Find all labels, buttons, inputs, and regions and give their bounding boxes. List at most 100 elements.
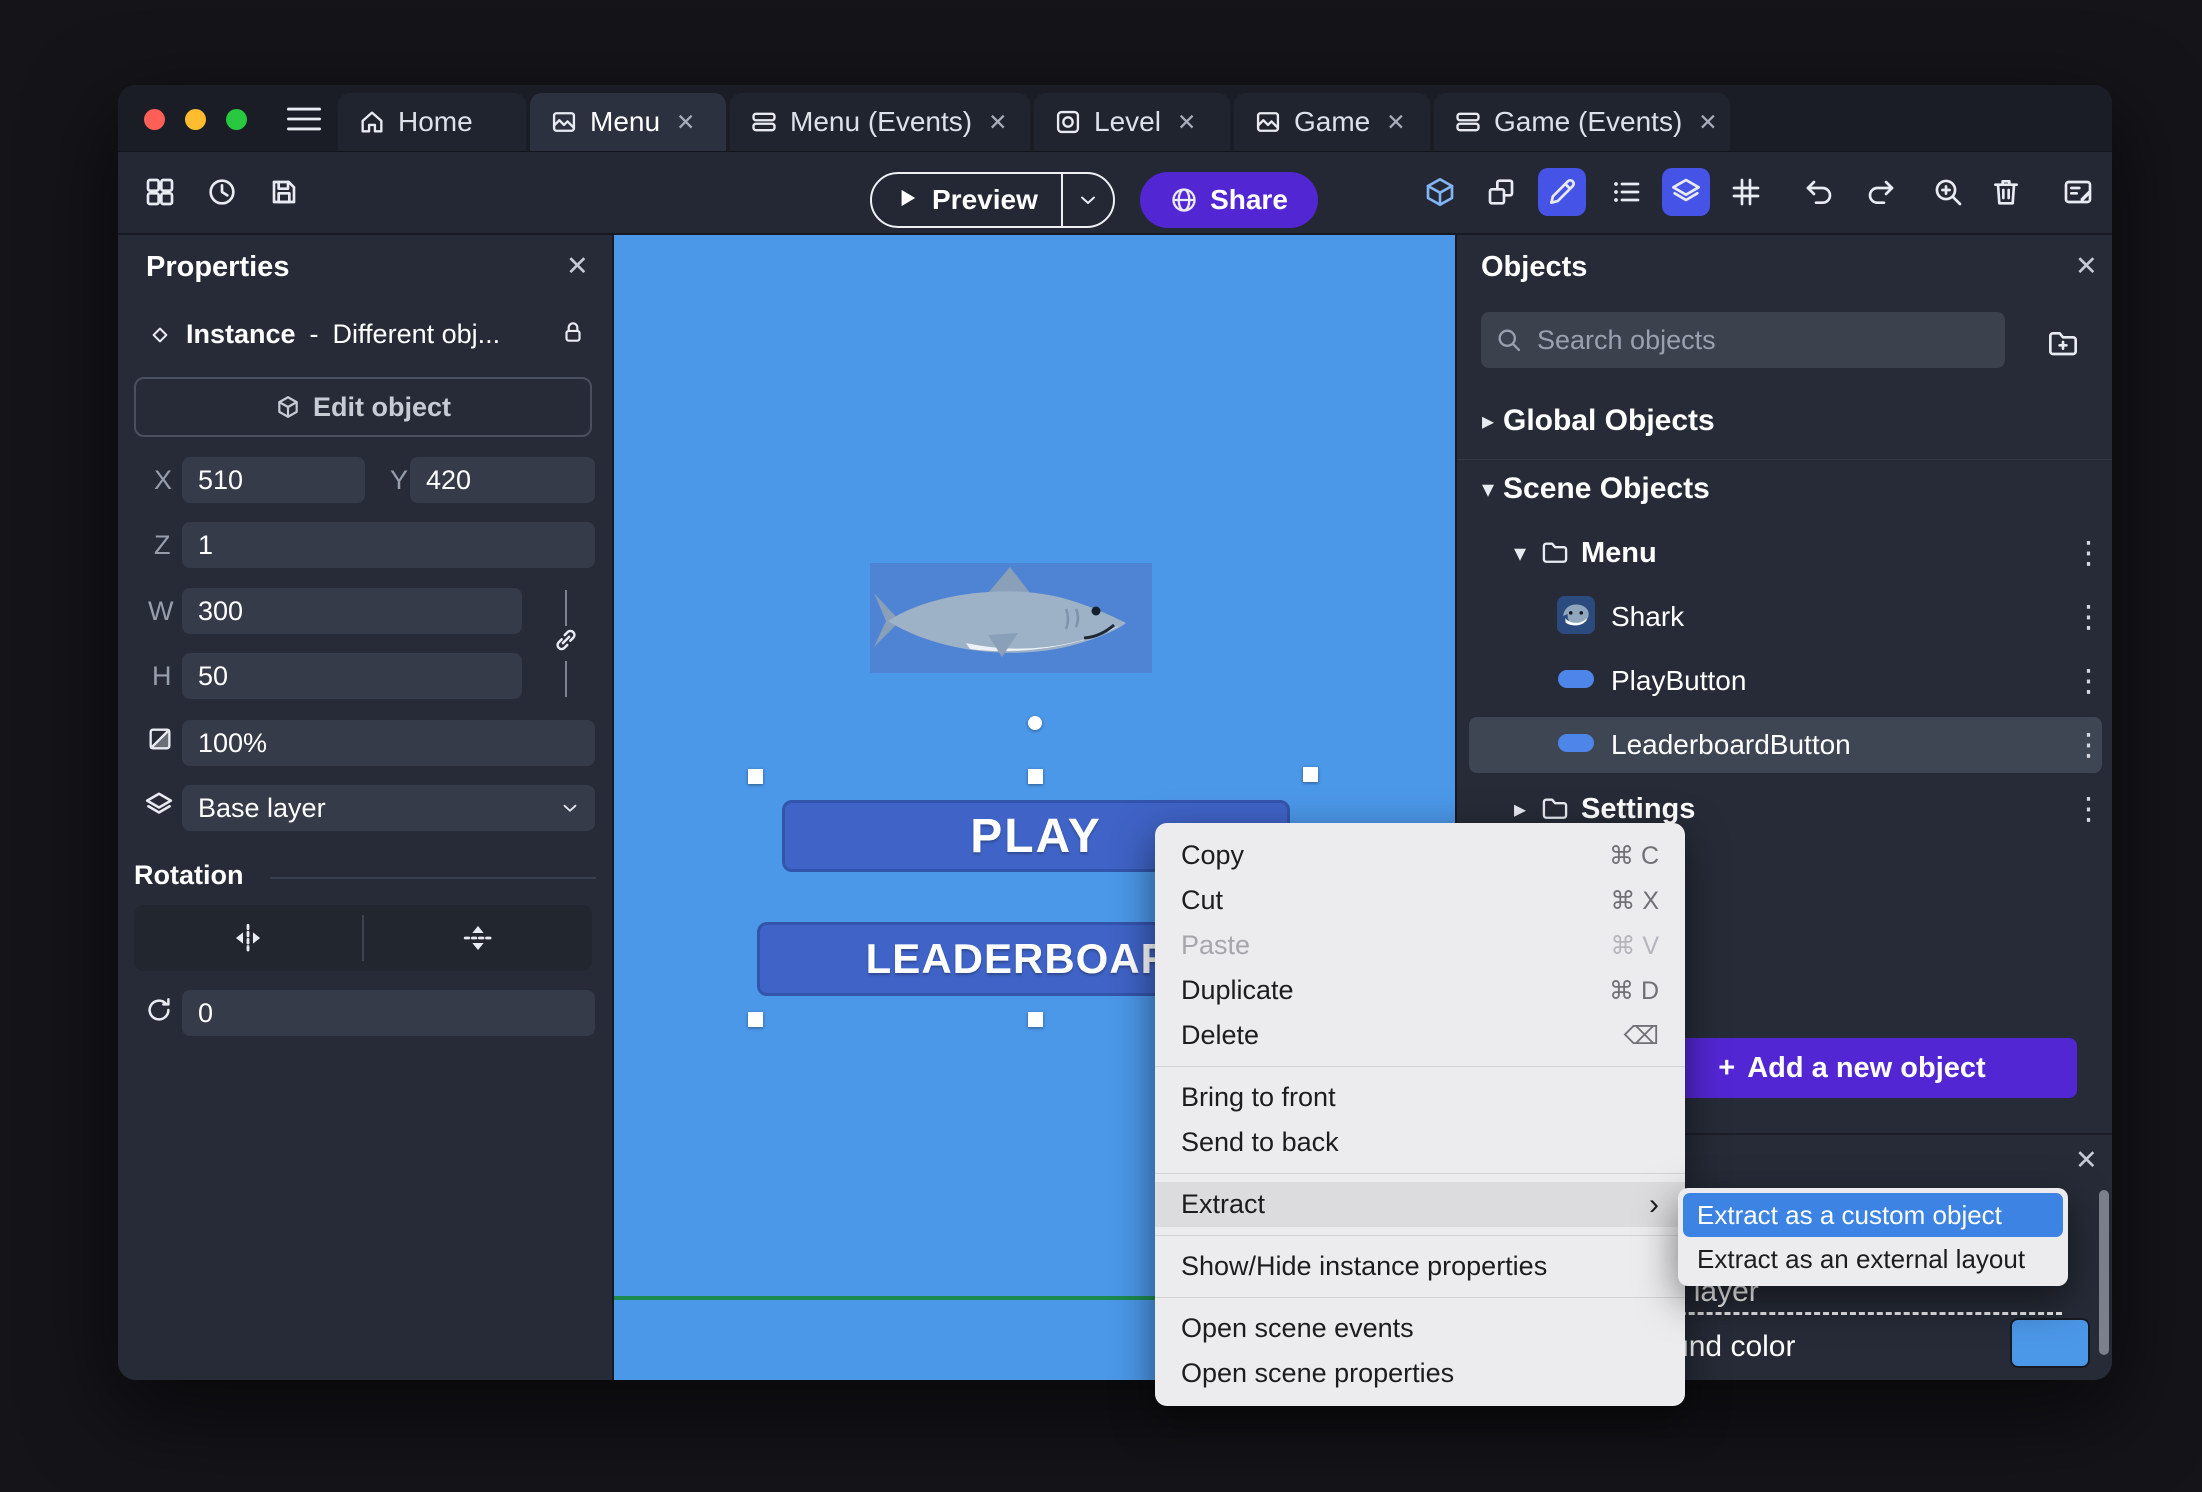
menu-item-bring-to-front[interactable]: Bring to front <box>1155 1075 1685 1120</box>
menu-folder-options-icon[interactable]: ⋮ <box>2073 537 2104 569</box>
window-maximize-button[interactable] <box>226 109 247 130</box>
menu-item-delete[interactable]: Delete ⌫ <box>1155 1013 1685 1058</box>
scene-properties-button[interactable] <box>2054 168 2102 216</box>
window-minimize-button[interactable] <box>185 109 206 130</box>
caret-right-icon[interactable]: ▸ <box>1505 795 1535 824</box>
tree-item-global-objects[interactable]: ▸ Global Objects <box>1473 395 2098 447</box>
link-size-icon[interactable] <box>551 625 581 655</box>
tab-close-icon[interactable]: ✕ <box>1386 109 1405 136</box>
share-button[interactable]: Share <box>1140 172 1318 228</box>
menu-item-show-hide-instance-properties[interactable]: Show/Hide instance properties <box>1155 1244 1685 1289</box>
tree-item-leaderboard-button[interactable]: LeaderboardButton <box>1557 719 2112 771</box>
tab-menu[interactable]: Menu ✕ <box>530 93 726 151</box>
tab-close-icon[interactable]: ✕ <box>1177 109 1196 136</box>
caret-down-icon[interactable]: ▾ <box>1473 475 1503 504</box>
toggle-3d-view-button[interactable] <box>1416 168 1464 216</box>
z-input[interactable] <box>182 522 595 568</box>
menu-item-paste: Paste ⌘ V <box>1155 923 1685 968</box>
zoom-in-button[interactable] <box>1924 168 1972 216</box>
tab-close-icon[interactable]: ✕ <box>1698 109 1717 136</box>
lower-panel-close-icon[interactable]: ✕ <box>2075 1147 2098 1174</box>
y-input[interactable] <box>410 457 595 503</box>
tab-game[interactable]: Game ✕ <box>1234 93 1430 151</box>
menu-item-open-scene-events[interactable]: Open scene events <box>1155 1306 1685 1351</box>
hamburger-menu-button[interactable] <box>282 97 326 141</box>
w-input[interactable] <box>182 588 522 634</box>
caret-right-icon[interactable]: ▸ <box>1473 407 1503 436</box>
main-toolbar: Preview Share <box>118 151 2112 235</box>
play-button-options-icon[interactable]: ⋮ <box>2073 665 2104 697</box>
selection-handle-top-left[interactable] <box>748 769 763 784</box>
shark-sprite[interactable] <box>870 563 1152 673</box>
rotation-input[interactable] <box>182 990 595 1036</box>
flip-vertical-button[interactable] <box>364 905 592 971</box>
selection-handle-top-center[interactable] <box>1028 769 1043 784</box>
objects-editor-button[interactable] <box>1478 168 1526 216</box>
grid-button[interactable] <box>1722 168 1770 216</box>
h-input[interactable] <box>182 653 522 699</box>
properties-panel: Properties ✕ Instance - Different obj...… <box>118 235 614 1380</box>
edit-object-button[interactable]: Edit object <box>134 377 592 437</box>
leaderboard-button-options-icon[interactable]: ⋮ <box>2073 729 2104 761</box>
delete-button[interactable] <box>1982 168 2030 216</box>
tab-menu-events[interactable]: Menu (Events) ✕ <box>730 93 1030 151</box>
add-folder-button[interactable] <box>2039 320 2087 368</box>
tree-item-shark[interactable]: Shark <box>1557 591 2112 643</box>
objects-close-icon[interactable]: ✕ <box>2075 253 2098 280</box>
tab-home[interactable]: Home <box>338 93 526 151</box>
settings-folder-options-icon[interactable]: ⋮ <box>2073 793 2104 825</box>
tree-item-play-button[interactable]: PlayButton <box>1557 655 2112 707</box>
history-button[interactable] <box>198 168 246 216</box>
search-input[interactable] <box>1535 323 1991 357</box>
opacity-icon <box>146 725 174 753</box>
preview-button-main[interactable]: Preview <box>872 184 1061 216</box>
x-label: X <box>154 465 173 495</box>
menu-item-open-scene-properties[interactable]: Open scene properties <box>1155 1351 1685 1396</box>
menu-item-label: Copy <box>1181 840 1245 870</box>
submenu-item-extract-custom-object[interactable]: Extract as a custom object <box>1683 1193 2063 1237</box>
window-close-button[interactable] <box>144 109 165 130</box>
selection-handle-bottom-center[interactable] <box>1028 1012 1043 1027</box>
layers-panel-button[interactable] <box>1662 168 1710 216</box>
instances-list-button[interactable] <box>1602 168 1650 216</box>
save-button[interactable] <box>260 168 308 216</box>
menu-item-extract[interactable]: Extract › <box>1155 1182 1685 1227</box>
edit-mode-button[interactable] <box>1538 168 1586 216</box>
preview-button[interactable]: Preview <box>870 172 1115 228</box>
menu-item-copy[interactable]: Copy ⌘ C <box>1155 833 1685 878</box>
tab-game-events[interactable]: Game (Events) ✕ <box>1434 93 1730 151</box>
edit-object-label: Edit object <box>312 391 451 422</box>
tab-close-icon[interactable]: ✕ <box>676 109 695 136</box>
shark-options-icon[interactable]: ⋮ <box>2073 601 2104 633</box>
properties-close-icon[interactable]: ✕ <box>566 253 589 280</box>
menu-item-label: Bring to front <box>1181 1082 1336 1112</box>
tab-level[interactable]: Level ✕ <box>1034 93 1230 151</box>
add-new-object-button[interactable]: + Add a new object <box>1627 1038 2077 1098</box>
menu-item-send-to-back[interactable]: Send to back <box>1155 1120 1685 1165</box>
rotation-handle[interactable] <box>1028 716 1042 730</box>
opacity-input[interactable] <box>182 720 595 766</box>
menu-item-label: Send to back <box>1181 1127 1339 1157</box>
submenu-item-extract-external-layout[interactable]: Extract as an external layout <box>1683 1237 2063 1281</box>
tab-close-icon[interactable]: ✕ <box>988 109 1007 136</box>
tree-item-scene-objects[interactable]: ▾ Scene Objects <box>1473 463 2098 515</box>
tree-item-menu-folder[interactable]: ▾ Menu <box>1505 527 2112 579</box>
menu-item-duplicate[interactable]: Duplicate ⌘ D <box>1155 968 1685 1013</box>
lock-icon[interactable] <box>560 319 586 345</box>
preview-dropdown-button[interactable] <box>1063 188 1113 212</box>
selection-handle-top-right[interactable] <box>1303 767 1318 782</box>
project-manager-button[interactable] <box>136 168 184 216</box>
flip-horizontal-button[interactable] <box>134 905 362 971</box>
layer-dropdown[interactable]: Base layer <box>182 785 595 831</box>
panel-scrollbar[interactable] <box>2099 1190 2109 1355</box>
caret-down-icon[interactable]: ▾ <box>1505 539 1535 568</box>
menu-separator <box>1155 1066 1685 1067</box>
redo-button[interactable] <box>1856 168 1904 216</box>
selection-handle-bottom-left[interactable] <box>748 1012 763 1027</box>
properties-title: Properties <box>146 251 290 283</box>
background-color-swatch[interactable] <box>2010 1318 2090 1368</box>
menu-item-cut[interactable]: Cut ⌘ X <box>1155 878 1685 923</box>
undo-button[interactable] <box>1796 168 1844 216</box>
x-input[interactable] <box>182 457 365 503</box>
objects-title: Objects <box>1481 251 1588 283</box>
